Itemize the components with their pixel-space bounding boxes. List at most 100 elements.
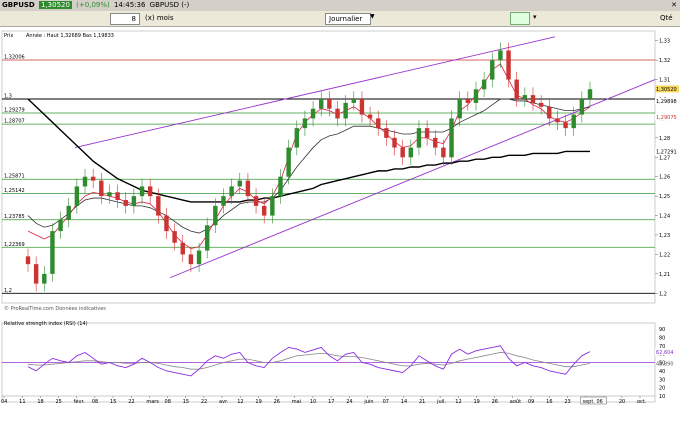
x-tick-label: 24 [346, 399, 352, 405]
x-tick-label: avr. [219, 399, 229, 405]
rsi-ma-line [27, 352, 591, 370]
x-tick-label: 07 [383, 399, 389, 405]
level-label: 1,3 [4, 94, 12, 100]
candle-body [579, 99, 585, 115]
candle-body [587, 89, 593, 99]
candle-body [90, 176, 96, 181]
candle-body [213, 205, 218, 226]
time-label: 14:45:36 [113, 1, 146, 9]
chart-type-icon[interactable] [510, 12, 530, 25]
price-axis-label: 1,27 [659, 155, 670, 161]
candle-body [147, 186, 153, 197]
candle-body [343, 102, 348, 119]
candle-body [351, 99, 357, 103]
chevron-down-icon[interactable]: ▼ [370, 13, 375, 20]
candle-body [180, 242, 185, 255]
price-axis-label: 1,2 [659, 291, 667, 297]
candle-body [302, 118, 308, 129]
candle-body [66, 205, 71, 220]
x-tick-label: 10 [310, 399, 316, 405]
x-tick-label: 18 [37, 399, 43, 405]
x-tick-label: 17 [328, 399, 334, 405]
candle-body [327, 99, 332, 109]
candle-body [286, 147, 291, 177]
candle-body [164, 215, 169, 232]
chart-area: Prix Année : Haut 1,32689 Bas 1,19833 © Pr… [0, 27, 680, 421]
candle-body [571, 114, 576, 129]
candle-body [563, 122, 568, 129]
x-tick-label: mars [146, 399, 159, 405]
candle-body [253, 196, 259, 206]
candle-body [245, 180, 251, 197]
candle-body [408, 147, 414, 158]
x-tick-label: 14 [401, 399, 407, 405]
level-label: 1,29279 [4, 108, 25, 114]
candle-body [278, 176, 283, 197]
x-tick-label: 19 [255, 399, 261, 405]
candle-body [131, 196, 137, 206]
candle-body [310, 108, 316, 119]
toolbar: 8 (x) mois Journalier ▼ ▾ Qté [0, 11, 680, 27]
x-tick-label: 15 [110, 399, 116, 405]
price-panel-info: Année : Haut 1,32689 Bas 1,19833 [26, 32, 114, 39]
chart-settings-icon[interactable]: ▾ [533, 13, 537, 21]
price-axis-label: 1,25 [659, 194, 670, 200]
candle-body [270, 196, 275, 216]
candle-body [99, 180, 104, 197]
x-tick-label: 15 [183, 399, 189, 405]
x-tick-label: 16 [546, 399, 552, 405]
candle-body [490, 60, 495, 80]
rsi-axis-label: 90 [659, 327, 665, 333]
candle-body [441, 147, 446, 158]
x-tick-label: 12 [237, 399, 243, 405]
level-label: 1,25142 [4, 188, 25, 194]
candle-body [530, 95, 536, 103]
candle-body [481, 79, 487, 90]
period-input[interactable]: 8 [110, 13, 140, 25]
level-label: 1,28707 [4, 119, 25, 125]
candle-body [123, 200, 128, 206]
candle-body [416, 128, 422, 148]
candle-body [156, 196, 161, 216]
rsi-axis-label: 20 [659, 386, 665, 392]
close-icon[interactable]: ✕ [671, 0, 677, 11]
level3-marker: 1,27291 [656, 150, 677, 156]
x-tick-label: 20 [619, 399, 625, 405]
level-label: 1,2 [4, 288, 12, 294]
interval-select[interactable]: Journalier [325, 13, 371, 25]
x-tick-label: août [510, 398, 521, 405]
candle-body [457, 99, 462, 119]
x-tick-label: juin [363, 399, 373, 405]
x-tick-label: juil. [436, 399, 446, 405]
rsi-axis-label: 10 [659, 394, 665, 400]
level1-marker: 1,29898 [656, 99, 677, 105]
symbol-full-label: GBPUSD (-) [149, 1, 190, 9]
candle-body [33, 264, 39, 284]
candle-body [261, 205, 267, 216]
x-tick-label: 23 [564, 399, 570, 405]
price-label: 1,30520 [38, 1, 72, 9]
candle-body [538, 102, 544, 107]
level-label: 1,22369 [4, 242, 25, 248]
candle-body [188, 254, 194, 265]
x-tick-label: 04 [1, 399, 7, 405]
candle-body [522, 95, 528, 99]
candle-body [82, 176, 88, 187]
candle-body [196, 250, 202, 265]
candle-body [42, 273, 47, 284]
candle-body [367, 114, 373, 119]
x-tick-label: févr. [74, 398, 85, 405]
price-chart[interactable]: Prix Année : Haut 1,32689 Bas 1,19833 © Pr… [0, 27, 680, 421]
price-axis-label: 1,23 [659, 233, 670, 239]
x-tick-label: 08 [92, 399, 98, 405]
level-label: 1,23785 [4, 214, 25, 220]
change-label: (+0,09%) [76, 1, 110, 9]
candle-body [107, 192, 112, 197]
ma-long-line [27, 98, 590, 203]
price-axis-label: 1,32 [659, 58, 670, 64]
candle-body [400, 147, 405, 158]
price-axis-label: 1,28 [659, 136, 670, 142]
level2-marker: 1,29075 [656, 115, 677, 121]
candle-body [335, 108, 340, 119]
rsi-axis-label: 40 [659, 369, 665, 375]
